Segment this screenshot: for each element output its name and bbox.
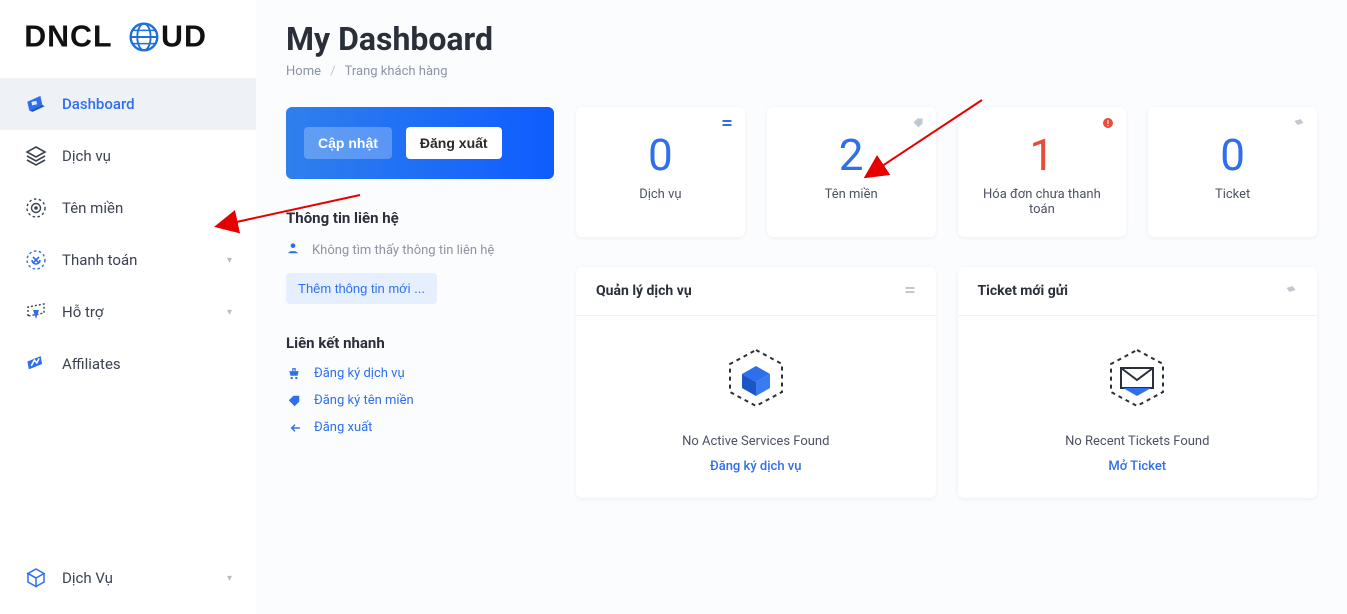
breadcrumb: Home / Trang khách hàng xyxy=(286,64,1317,79)
sidebar-item-services[interactable]: Dịch vụ xyxy=(0,130,256,182)
sidebar-item-dashboard[interactable]: Dashboard xyxy=(0,78,256,130)
quick-links-title: Liên kết nhanh xyxy=(286,334,554,352)
stack-icon xyxy=(24,144,48,168)
logout-icon xyxy=(286,421,302,435)
tag-icon xyxy=(286,394,302,408)
sidebar-item-label: Hỗ trợ xyxy=(62,303,103,321)
right-column: 0 Dịch vụ 2 Tên miền 1 xyxy=(576,107,1317,498)
stat-value: 1 xyxy=(970,129,1115,181)
empty-message: No Recent Tickets Found xyxy=(1065,434,1209,449)
ticket-icon xyxy=(1293,117,1305,132)
stat-card-services[interactable]: 0 Dịch vụ xyxy=(576,107,745,237)
empty-message: No Active Services Found xyxy=(682,434,829,449)
affiliates-icon xyxy=(24,352,48,376)
globe-icon xyxy=(24,196,48,220)
ticket-icon xyxy=(1285,284,1297,299)
account-actions-card: Cập nhật Đăng xuất xyxy=(286,107,554,179)
svg-text:DNCL: DNCL xyxy=(24,20,112,54)
panel-tickets: Ticket mới gửi xyxy=(958,267,1318,498)
add-contact-button[interactable]: Thêm thông tin mới ... xyxy=(286,273,437,304)
update-button[interactable]: Cập nhật xyxy=(304,127,392,159)
main-content: My Dashboard Home / Trang khách hàng Cập… xyxy=(256,0,1347,614)
contact-empty-msg: Không tìm thấy thông tin liên hệ xyxy=(312,243,494,258)
breadcrumb-current: Trang khách hàng xyxy=(345,64,448,79)
tag-icon xyxy=(912,117,924,132)
svg-text:UD: UD xyxy=(161,20,207,54)
panel-services: Quản lý dịch vụ xyxy=(576,267,936,498)
quick-link-order-service[interactable]: Đăng ký dịch vụ xyxy=(286,366,554,381)
panel-body: No Active Services Found Đăng ký dịch vụ xyxy=(576,316,936,478)
layers-icon xyxy=(904,284,916,299)
sidebar-item-support[interactable]: Hỗ trợ ▾ xyxy=(0,286,256,338)
alert-icon xyxy=(1102,117,1114,132)
sidebar-item-affiliates[interactable]: Affiliates xyxy=(0,338,256,390)
quick-link-label: Đăng ký tên miền xyxy=(314,393,414,408)
sidebar-item-label: Thanh toán xyxy=(62,251,137,269)
sidebar-item-services-bottom[interactable]: Dịch Vụ ▾ xyxy=(0,552,256,604)
stat-card-tickets[interactable]: 0 Ticket xyxy=(1148,107,1317,237)
chevron-down-icon: ▾ xyxy=(227,307,232,318)
stat-value: 0 xyxy=(588,129,733,181)
contact-section-title: Thông tin liên hệ xyxy=(286,209,554,227)
dashboard-icon xyxy=(24,92,48,116)
quick-link-label: Đăng xuất xyxy=(314,420,372,435)
chevron-down-icon: ▾ xyxy=(227,573,232,584)
quick-links: Đăng ký dịch vụ Đăng ký tên miền Đăng xu… xyxy=(286,366,554,435)
breadcrumb-root[interactable]: Home xyxy=(286,64,321,79)
quick-link-register-domain[interactable]: Đăng ký tên miền xyxy=(286,393,554,408)
stat-card-domains[interactable]: 2 Tên miền xyxy=(767,107,936,237)
panel-action-link[interactable]: Mở Ticket xyxy=(1108,459,1166,474)
sidebar-item-domains[interactable]: Tên miền xyxy=(0,182,256,234)
breadcrumb-sep: / xyxy=(330,64,335,79)
cart-icon xyxy=(286,367,302,381)
stat-label: Dịch vụ xyxy=(588,187,733,202)
quick-link-logout[interactable]: Đăng xuất xyxy=(286,420,554,435)
person-icon xyxy=(286,241,300,259)
stat-label: Hóa đơn chưa thanh toán xyxy=(970,187,1115,217)
stat-label: Ticket xyxy=(1160,187,1305,202)
left-column: Cập nhật Đăng xuất Thông tin liên hệ Khô… xyxy=(286,107,554,498)
sidebar-item-label: Tên miền xyxy=(62,199,123,217)
stat-card-invoices[interactable]: 1 Hóa đơn chưa thanh toán xyxy=(958,107,1127,237)
layers-icon xyxy=(721,117,733,132)
panel-title: Quản lý dịch vụ xyxy=(596,283,692,299)
sidebar-item-label: Dịch vụ xyxy=(62,147,111,165)
cube-icon xyxy=(24,566,48,590)
stats-row: 0 Dịch vụ 2 Tên miền 1 xyxy=(576,107,1317,237)
panel-action-link[interactable]: Đăng ký dịch vụ xyxy=(710,459,801,474)
quick-link-label: Đăng ký dịch vụ xyxy=(314,366,405,381)
sidebar-item-label: Affiliates xyxy=(62,355,121,373)
support-icon xyxy=(24,300,48,324)
panels-row: Quản lý dịch vụ xyxy=(576,267,1317,498)
sidebar-item-label: Dashboard xyxy=(62,95,135,113)
page-title: My Dashboard xyxy=(286,20,1317,58)
billing-icon xyxy=(24,248,48,272)
primary-nav: Dashboard Dịch vụ Tên miền Thanh toán ▾ xyxy=(0,70,256,552)
panel-title: Ticket mới gửi xyxy=(978,283,1068,299)
brand-logo: DNCL UD xyxy=(0,0,256,70)
sidebar-item-billing[interactable]: Thanh toán ▾ xyxy=(0,234,256,286)
nav-bottom: Dịch Vụ ▾ xyxy=(0,552,256,614)
sidebar: DNCL UD Dashboard xyxy=(0,0,256,614)
panel-head: Quản lý dịch vụ xyxy=(576,267,936,316)
stat-value: 2 xyxy=(779,129,924,181)
stat-label: Tên miền xyxy=(779,187,924,202)
sidebar-item-label: Dịch Vụ xyxy=(62,569,113,587)
chevron-down-icon: ▾ xyxy=(227,255,232,266)
panel-body: No Recent Tickets Found Mở Ticket xyxy=(958,316,1318,478)
stat-value: 0 xyxy=(1160,129,1305,181)
contact-empty-row: Không tìm thấy thông tin liên hệ xyxy=(286,241,554,259)
panel-head: Ticket mới gửi xyxy=(958,267,1318,316)
empty-cube-icon xyxy=(716,344,796,418)
logout-button[interactable]: Đăng xuất xyxy=(406,127,502,159)
empty-envelope-icon xyxy=(1097,344,1177,418)
